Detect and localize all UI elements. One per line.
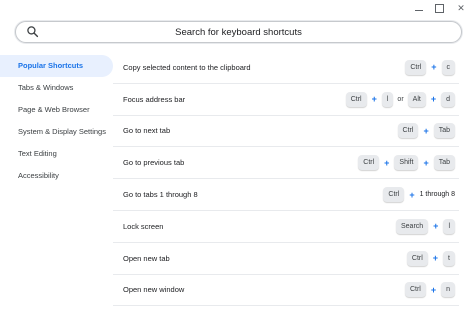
key: Ctrl [397, 123, 419, 139]
shortcut-row[interactable]: Go to next tab Ctrl + Tab [113, 116, 459, 148]
shortcut-row[interactable]: Lock screen Search + l [113, 211, 459, 243]
shortcut-keys: Ctrl + Shift + Tab [358, 155, 455, 171]
shortcut-keys: Ctrl + n [404, 282, 455, 298]
plus-icon: + [384, 157, 390, 168]
key: Search [395, 218, 429, 234]
shortcut-keys: Ctrl + t [406, 250, 455, 266]
shortcut-row[interactable]: Go to tabs 1 through 8 Ctrl + 1 through … [113, 179, 459, 211]
key: Ctrl [406, 250, 428, 266]
plus-icon: + [423, 125, 429, 136]
shortcut-description: Focus address bar [123, 94, 186, 104]
key: d [441, 91, 455, 107]
shortcut-keys: Search + l [395, 218, 455, 234]
key: n [441, 282, 455, 298]
key: Ctrl [404, 282, 426, 298]
shortcut-row[interactable]: Copy selected content to the clipboard C… [113, 52, 459, 84]
plus-icon: + [430, 94, 437, 105]
shortcut-list: Copy selected content to the clipboard C… [113, 52, 459, 307]
plus-icon: + [423, 157, 429, 168]
sidebar-item-page-web-browser[interactable]: Page & Web Browser [0, 99, 113, 121]
sidebar-item-popular-shortcuts[interactable]: Popular Shortcuts [0, 55, 113, 77]
shortcut-row[interactable]: Open new window Ctrl + n [113, 275, 459, 307]
or-separator: or [397, 95, 404, 103]
key: Tab [433, 123, 455, 139]
shortcut-description: Open new tab [123, 253, 170, 263]
shortcut-keys: Ctrl + 1 through 8 [383, 187, 455, 203]
window-controls: ✕ [415, 3, 466, 13]
sidebar: Popular Shortcuts Tabs & Windows Page & … [0, 55, 113, 187]
plus-icon: + [431, 62, 437, 73]
key: l [443, 218, 455, 234]
key-range-label: 1 through 8 [419, 191, 455, 199]
plus-icon: + [432, 253, 439, 264]
key: Ctrl [345, 91, 367, 107]
sidebar-item-system-display-settings[interactable]: System & Display Settings [0, 121, 113, 143]
minimize-icon[interactable] [415, 5, 423, 11]
shortcut-keys: Ctrl + c [405, 59, 455, 75]
shortcut-description: Lock screen [123, 221, 164, 231]
key: Ctrl [383, 187, 405, 203]
shortcut-description: Go to next tab [123, 126, 171, 136]
key: Alt [407, 91, 426, 107]
shortcut-row[interactable]: Open new tab Ctrl + t [113, 243, 459, 275]
sidebar-item-text-editing[interactable]: Text Editing [0, 143, 113, 165]
shortcut-keys: Ctrl + l or Alt + d [345, 91, 455, 107]
plus-icon: + [371, 94, 377, 105]
shortcut-description: Go to previous tab [123, 158, 185, 168]
shortcut-description: Open new window [123, 285, 185, 295]
key: Shift [394, 155, 419, 171]
shortcut-row[interactable]: Focus address bar Ctrl + l or Alt + d [113, 84, 459, 116]
key: Ctrl [405, 59, 427, 75]
close-icon[interactable]: ✕ [456, 3, 466, 13]
sidebar-item-tabs-windows[interactable]: Tabs & Windows [0, 77, 113, 99]
key: Tab [433, 155, 455, 171]
search-input[interactable]: Search for keyboard shortcuts [16, 27, 461, 38]
shortcut-description: Copy selected content to the clipboard [123, 62, 251, 72]
shortcut-description: Go to tabs 1 through 8 [123, 190, 198, 200]
plus-icon: + [433, 221, 439, 232]
shortcut-row[interactable]: Go to previous tab Ctrl + Shift + Tab [113, 147, 459, 180]
key: Ctrl [358, 155, 380, 171]
key: l [381, 91, 394, 107]
sidebar-item-accessibility[interactable]: Accessibility [0, 165, 113, 187]
plus-icon: + [430, 284, 437, 295]
key: t [443, 250, 455, 266]
maximize-icon[interactable] [435, 3, 444, 13]
key: c [441, 59, 455, 75]
shortcut-keys: Ctrl + Tab [397, 123, 455, 139]
search-bar[interactable]: Search for keyboard shortcuts [15, 21, 462, 43]
search-icon [27, 26, 39, 38]
plus-icon: + [409, 189, 415, 200]
